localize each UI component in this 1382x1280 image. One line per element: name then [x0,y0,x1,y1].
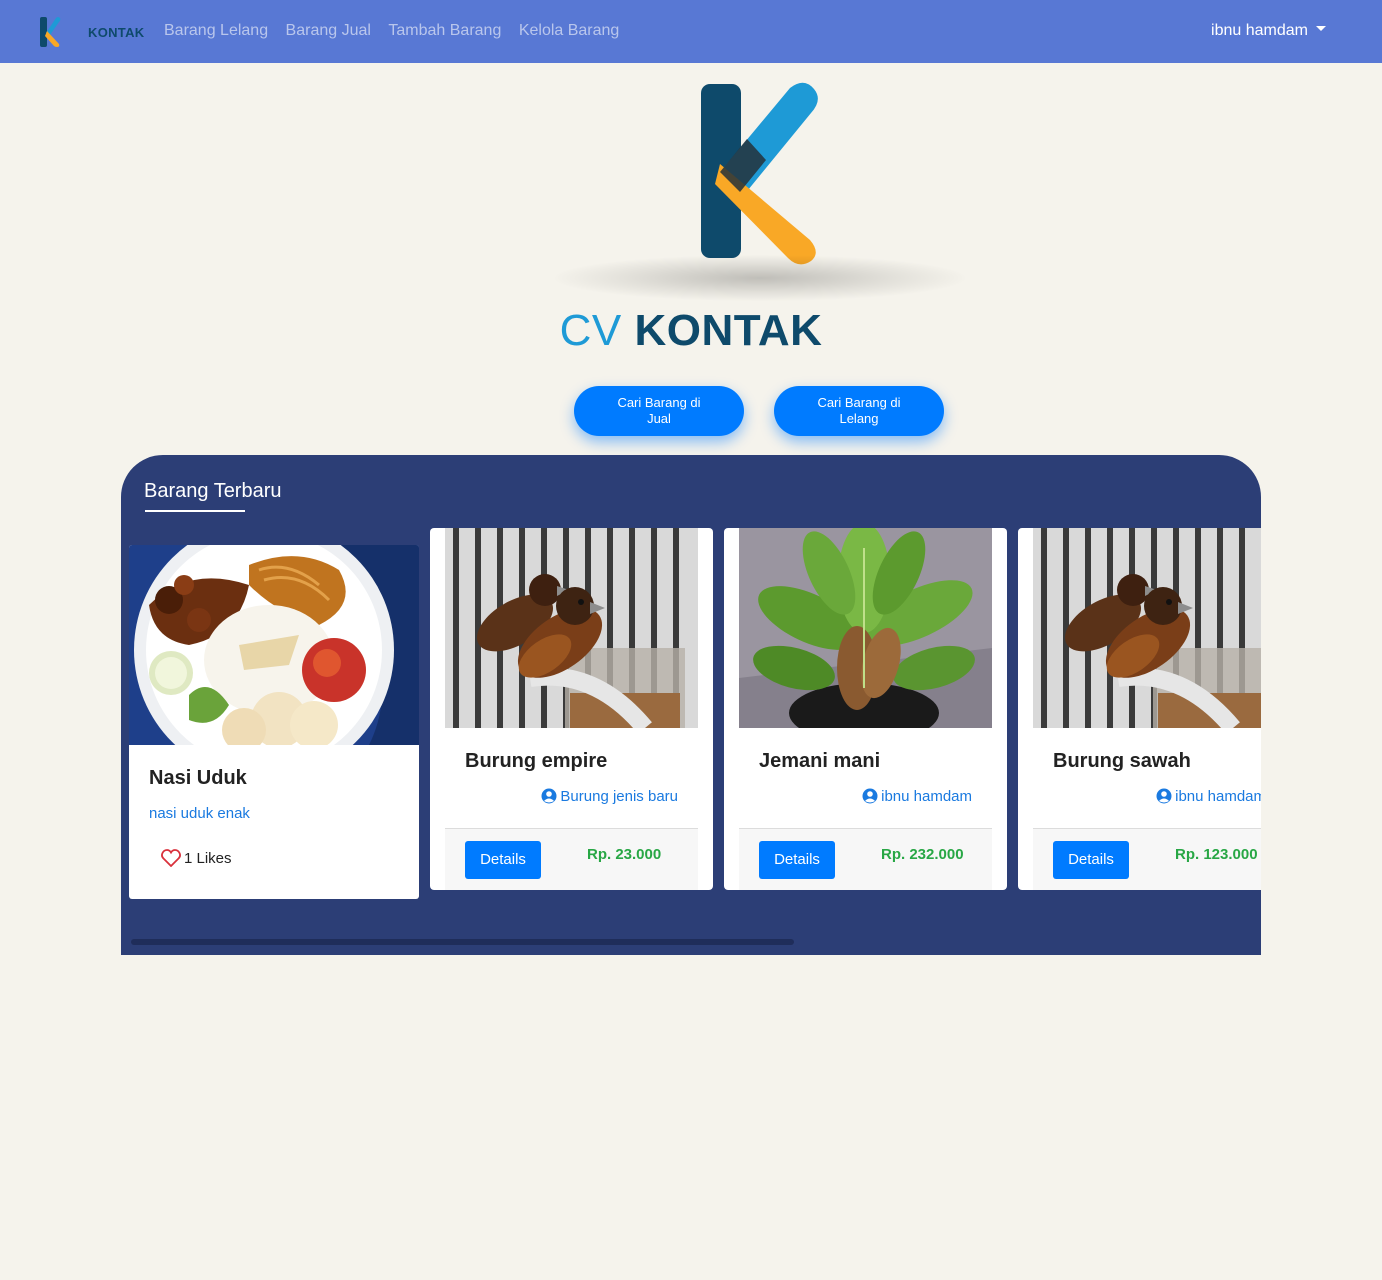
nav-barang-jual[interactable]: Barang Jual [286,22,371,40]
details-button[interactable]: Details [1053,841,1129,879]
navbar: KONTAK Barang Lelang Barang Jual Tambah … [0,0,1382,63]
nav-barang-lelang[interactable]: Barang Lelang [164,22,268,40]
user-circle-icon [862,788,878,804]
horizontal-scrollbar[interactable] [131,939,794,945]
product-price: Rp. 232.000 [881,846,964,863]
product-name: Jemani mani [759,750,881,772]
product-seller-link[interactable]: Burung jenis baru [541,788,678,805]
product-seller: ibnu hamdam [1175,788,1261,805]
section-title: Barang Terbaru [144,480,282,502]
product-card-footer: Details Rp. 232.000 [739,828,992,890]
nav-links: Barang Lelang Barang Jual Tambah Barang … [164,22,632,40]
burung-sawah-image [1033,528,1261,728]
user-dropdown[interactable]: ibnu hamdam [1211,22,1326,40]
brand-text: KONTAK [88,25,145,40]
hero-title: CV KONTAK [0,306,1382,356]
nav-kelola-barang[interactable]: Kelola Barang [519,22,620,40]
product-name: Burung sawah [1053,750,1191,772]
cari-barang-jual-button[interactable]: Cari Barang di Jual [574,386,744,436]
product-card[interactable]: Jemani mani ibnu hamdam Details Rp. 232.… [724,528,1007,890]
cari-barang-lelang-label: Cari Barang di Lelang [817,395,901,426]
product-seller: ibnu hamdam [881,788,972,805]
burung-empire-image [445,528,698,728]
like-button[interactable]: 1 Likes [161,849,232,868]
brand-logo[interactable]: KONTAK [38,16,148,48]
user-circle-icon [541,788,557,804]
product-seller-link[interactable]: ibnu hamdam [1156,788,1261,805]
product-card[interactable]: Burung empire Burung jenis baru Details … [430,528,713,890]
hero-title-kontak: KONTAK [634,306,823,355]
heart-icon [161,849,181,868]
nasi-uduk-image [129,545,419,745]
product-seller: Burung jenis baru [560,788,678,805]
kontak-logo-icon [40,17,61,47]
cari-barang-lelang-button[interactable]: Cari Barang di Lelang [774,386,944,436]
jemani-mani-image [739,528,992,728]
product-price: Rp. 123.000 [1175,846,1258,863]
product-card[interactable]: Burung sawah ibnu hamdam Details Rp. 123… [1018,528,1261,890]
user-name: ibnu hamdam [1211,22,1308,39]
product-name: Burung empire [465,750,608,772]
details-button[interactable]: Details [465,841,541,879]
latest-items-section: Barang Terbaru Nasi Uduk nasi uduk enak … [121,455,1261,955]
details-button[interactable]: Details [759,841,835,879]
likes-count: 1 Likes [184,850,232,867]
product-card-footer: Details Rp. 123.000 [1033,828,1261,890]
hero-logo-icon [701,82,818,265]
cari-barang-jual-label: Cari Barang di Jual [617,395,701,426]
caret-down-icon [1316,26,1326,32]
logo-shadow [555,255,965,301]
product-seller-link[interactable]: ibnu hamdam [862,788,972,805]
nav-tambah-barang[interactable]: Tambah Barang [388,22,501,40]
user-circle-icon [1156,788,1172,804]
hero-title-cv: CV [559,306,622,355]
featured-item-name: Nasi Uduk [149,767,247,789]
section-title-underline [145,510,245,512]
featured-item-description: nasi uduk enak [149,805,250,822]
product-card-footer: Details Rp. 23.000 [445,828,698,890]
product-price: Rp. 23.000 [587,846,662,863]
featured-item-card[interactable]: Nasi Uduk nasi uduk enak 1 Likes [129,545,419,899]
